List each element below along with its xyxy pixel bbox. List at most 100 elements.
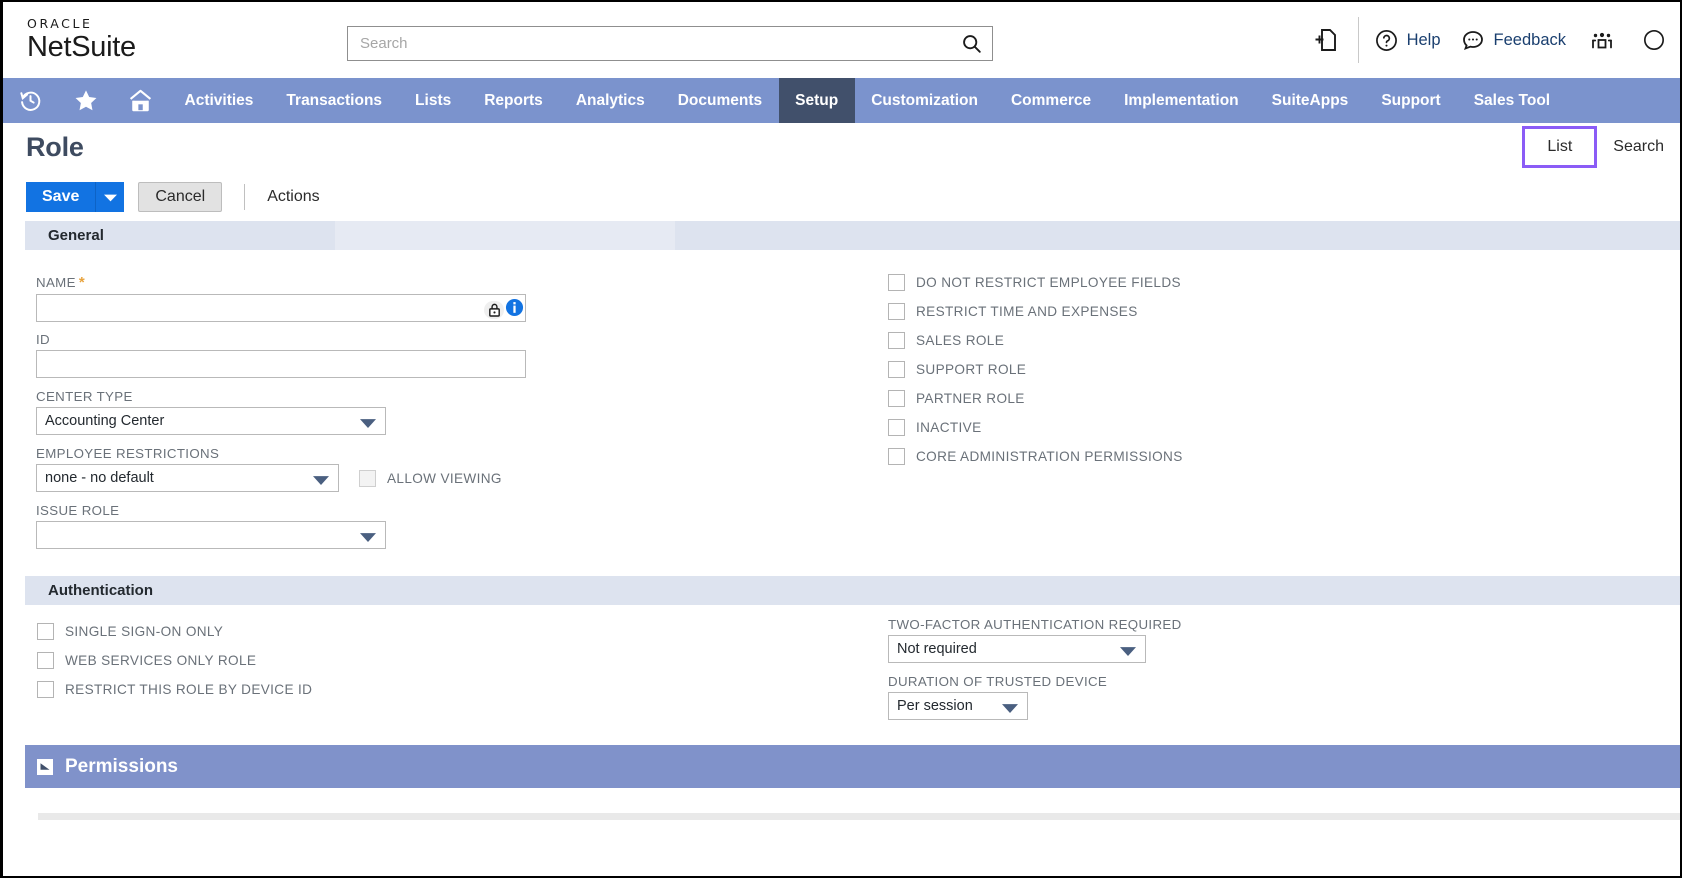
do-not-restrict-employee-fields-checkbox[interactable] [888,274,905,291]
id-input[interactable] [36,350,526,378]
nav-item-analytics[interactable]: Analytics [559,78,661,123]
permissions-section: Permissions [3,736,1680,856]
checkbox-row-partner-role[interactable]: PARTNER ROLE [888,384,1588,413]
name-field-icons [484,298,524,322]
allow-viewing-checkbox-row[interactable]: ALLOW VIEWING [359,464,502,492]
checkbox-row-web-services-only-role[interactable]: WEB SERVICES ONLY ROLE [37,646,597,675]
save-dropdown-button[interactable] [96,182,125,212]
restrict-this-role-by-device-id-checkbox[interactable] [37,681,54,698]
support-role-checkbox[interactable] [888,361,905,378]
search-input[interactable] [348,27,950,60]
checkbox-row-inactive[interactable]: INACTIVE [888,413,1588,442]
help-label: Help [1406,30,1441,49]
info-circle-icon[interactable] [505,298,524,322]
people-group-icon[interactable] [1576,2,1628,78]
name-label: NAME * [36,274,86,291]
save-button[interactable]: Save [26,182,97,212]
section-header-general: General [25,221,1680,250]
nav-item-support[interactable]: Support [1365,78,1457,123]
help-button[interactable]: Help [1365,2,1451,78]
authentication-right-column: TWO-FACTOR AUTHENTICATION REQUIRED Not r… [888,605,1588,727]
checkbox-row-do-not-restrict-employee-fields[interactable]: DO NOT RESTRICT EMPLOYEE FIELDS [888,268,1588,297]
nav-item-documents[interactable]: Documents [661,78,778,123]
employee-restrictions-label: EMPLOYEE RESTRICTIONS [36,446,220,461]
restrict-time-and-expenses-checkbox[interactable] [888,303,905,320]
section-header-authentication: Authentication [25,576,1680,605]
core-administration-permissions-checkbox[interactable] [888,448,905,465]
nav-item-sales-tool[interactable]: Sales Tool [1457,78,1566,123]
app-window: ORACLE NetSuite Search Help Feedback Act… [0,0,1682,878]
chevron-down-icon [313,474,329,490]
employee-restrictions-value: none - no default [45,470,154,486]
nav-item-reports[interactable]: Reports [468,78,560,123]
permissions-subtab-divider [38,813,1680,820]
new-document-icon[interactable] [1300,2,1352,78]
web-services-only-role-label: WEB SERVICES ONLY ROLE [65,653,257,668]
issue-role-field-group: ISSUE ROLE [36,503,596,549]
nav-item-setup[interactable]: Setup [778,78,855,123]
name-field-group: NAME * [36,274,596,322]
checkbox-row-restrict-time-and-expenses[interactable]: RESTRICT TIME AND EXPENSES [888,297,1588,326]
nav-item-lists[interactable]: Lists [399,78,468,123]
issue-role-select[interactable] [36,521,386,549]
partner-role-label: PARTNER ROLE [916,391,1025,406]
page-header: Role List Search [3,123,1680,173]
authentication-left-column: SINGLE SIGN-ON ONLY WEB SERVICES ONLY RO… [37,605,597,704]
checkbox-row-restrict-this-role-by-device-id[interactable]: RESTRICT THIS ROLE BY DEVICE ID [37,675,597,704]
oracle-wordmark: ORACLE [27,16,93,31]
collapse-triangle-icon[interactable] [37,758,53,775]
nav-item-transactions[interactable]: Transactions [270,78,399,123]
recent-history-icon[interactable] [3,78,58,123]
favorites-star-icon[interactable] [58,78,113,123]
list-tab[interactable]: List [1522,126,1598,168]
nav-item-commerce[interactable]: Commerce [994,78,1107,123]
duration-value: Per session [897,698,973,714]
duration-label: DURATION OF TRUSTED DEVICE [888,674,1108,689]
oracle-netsuite-logo[interactable]: ORACLE NetSuite [27,16,277,64]
two-factor-field-group: TWO-FACTOR AUTHENTICATION REQUIRED Not r… [888,617,1588,663]
chevron-down-icon [1002,702,1018,718]
nav-item-activities[interactable]: Activities [168,78,270,123]
feedback-button[interactable]: Feedback [1451,2,1576,78]
allow-viewing-label: ALLOW VIEWING [387,470,502,486]
two-factor-select[interactable]: Not required [888,635,1146,663]
inactive-checkbox[interactable] [888,419,905,436]
authentication-section-body: SINGLE SIGN-ON ONLY WEB SERVICES ONLY RO… [3,605,1680,736]
actions-menu[interactable]: Actions [267,188,319,206]
employee-restrictions-select[interactable]: none - no default [36,464,339,492]
checkbox-row-support-role[interactable]: SUPPORT ROLE [888,355,1588,384]
inactive-label: INACTIVE [916,420,982,435]
center-type-select[interactable]: Accounting Center [36,407,386,435]
single-sign-on-only-checkbox[interactable] [37,623,54,640]
cancel-button[interactable]: Cancel [138,182,223,212]
partner-role-checkbox[interactable] [888,390,905,407]
checkbox-row-single-sign-on-only[interactable]: SINGLE SIGN-ON ONLY [37,617,597,646]
nav-item-implementation[interactable]: Implementation [1108,78,1256,123]
divider [244,184,246,210]
permissions-header[interactable]: Permissions [25,745,1680,788]
global-search[interactable] [347,26,993,61]
lock-icon[interactable] [484,301,504,319]
checkbox-row-sales-role[interactable]: SALES ROLE [888,326,1588,355]
duration-field-group: DURATION OF TRUSTED DEVICE Per session [888,674,1588,720]
top-action-bar: Help Feedback [1300,2,1680,78]
chevron-down-icon [1120,645,1136,661]
checkbox-row-core-administration-permissions[interactable]: CORE ADMINISTRATION PERMISSIONS [888,442,1588,471]
search-icon[interactable] [950,27,992,60]
search-tab[interactable]: Search [1597,128,1680,166]
employee-restrictions-field-group: EMPLOYEE RESTRICTIONS none - no default … [36,446,596,492]
id-label: ID [36,332,50,347]
center-type-value: Accounting Center [45,413,165,429]
home-icon[interactable] [113,78,168,123]
id-field-group: ID [36,332,596,378]
overflow-icon[interactable] [1628,2,1680,78]
name-input[interactable] [36,294,526,322]
web-services-only-role-checkbox[interactable] [37,652,54,669]
sales-role-checkbox[interactable] [888,332,905,349]
netsuite-wordmark: NetSuite [27,31,136,63]
nav-item-suiteapps[interactable]: SuiteApps [1255,78,1365,123]
nav-item-customization[interactable]: Customization [855,78,995,123]
divider [1357,17,1359,63]
allow-viewing-checkbox[interactable] [359,469,376,487]
duration-select[interactable]: Per session [888,692,1028,720]
